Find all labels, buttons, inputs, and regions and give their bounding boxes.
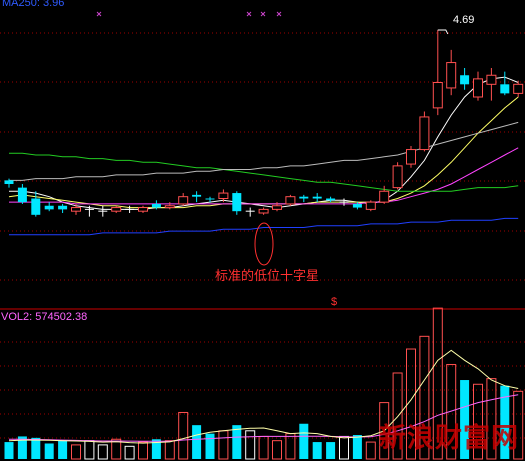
candle-body [58, 205, 68, 210]
candle-body [500, 84, 510, 94]
volume-bar [352, 435, 362, 459]
candle-body [365, 201, 376, 210]
candle-body [111, 207, 122, 212]
volume-bar [299, 423, 309, 459]
volume-bar [312, 442, 322, 459]
candle-body [460, 75, 470, 85]
peak-price-label: 4.69 [453, 14, 475, 26]
volume-bar [205, 433, 215, 459]
candle-body [138, 207, 148, 212]
candle-body [218, 192, 229, 199]
volume-bar [44, 443, 54, 459]
candle-body [258, 208, 269, 214]
candle-body [432, 82, 443, 109]
volume-bar [4, 442, 14, 459]
candle [419, 111, 430, 152]
candle-body [44, 205, 54, 210]
candle [406, 145, 416, 168]
volume-bar [232, 425, 242, 459]
candle-body [4, 180, 14, 184]
ma250-label: MA250: 3.96 [2, 0, 65, 9]
candle-body [486, 74, 497, 85]
candle-body [164, 205, 175, 209]
volume-bar [31, 437, 41, 459]
candle-body [205, 198, 215, 200]
candle-body [232, 193, 242, 212]
candle-body [71, 207, 81, 212]
candle-body [326, 198, 336, 201]
stock-chart [0, 0, 525, 461]
candle-body [285, 196, 296, 205]
candle-body [406, 149, 416, 165]
candle-body [178, 196, 189, 205]
candle-body [379, 190, 390, 203]
candle-body [312, 196, 322, 199]
candle-body [299, 196, 309, 199]
candle-body [392, 165, 403, 189]
candle-body [151, 203, 161, 208]
volume-bar [326, 442, 336, 459]
candle-body [419, 116, 430, 151]
candle-body [272, 205, 282, 210]
volume-label: VOL2: 574502.38 [1, 311, 88, 323]
candle-body [17, 187, 27, 203]
doji-annotation: 标准的低位十字星 [215, 268, 320, 283]
candle-body [192, 194, 202, 197]
candle [285, 194, 296, 206]
volume-bar [58, 440, 68, 459]
candle-body [352, 203, 362, 208]
candle [392, 162, 403, 190]
candle-body [446, 62, 457, 89]
candle-body [513, 83, 524, 94]
candle-body [473, 78, 483, 98]
candle-body [31, 198, 41, 215]
candle [365, 200, 376, 212]
volume-bar [192, 425, 202, 459]
event-marker: $ [331, 296, 338, 308]
watermark-logo: 新浪财富网 [379, 423, 519, 454]
